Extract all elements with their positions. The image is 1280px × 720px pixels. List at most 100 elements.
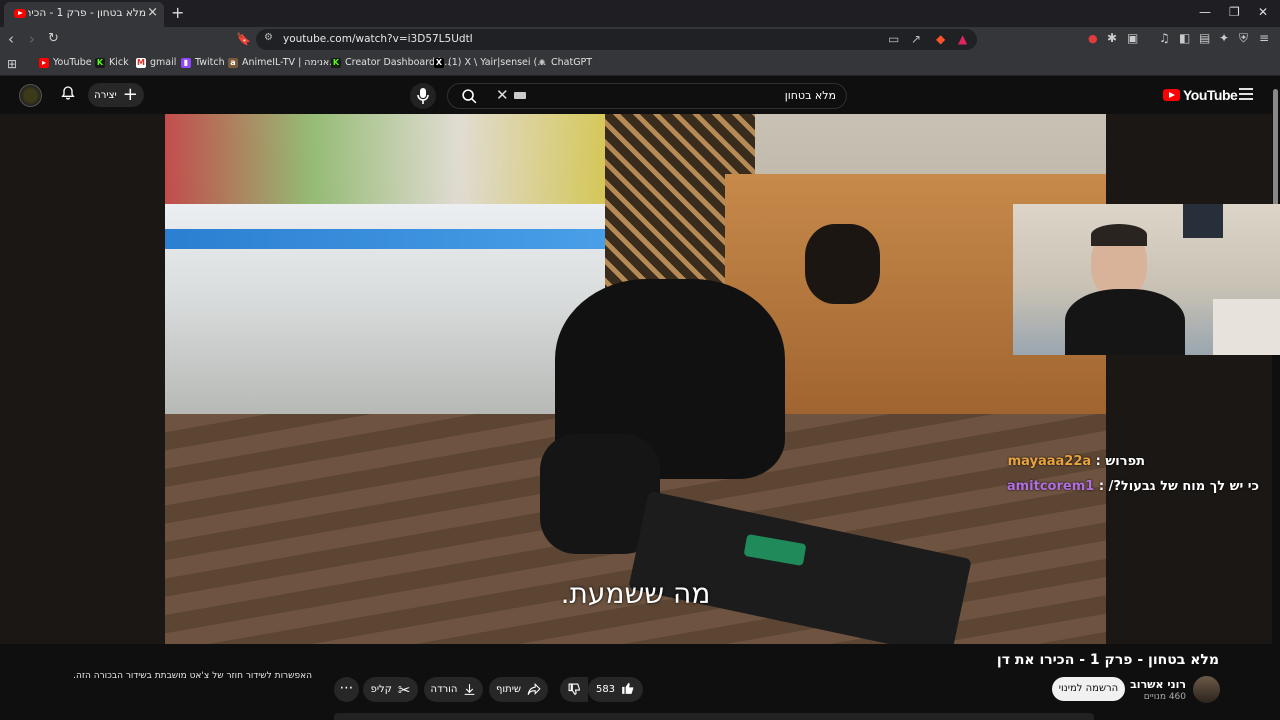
create-button[interactable]: + יצירה bbox=[88, 83, 144, 107]
minimize-icon[interactable]: — bbox=[1199, 5, 1211, 19]
video-title: מלא בטחון - פרק 1 - הכירו את דן bbox=[996, 652, 1219, 668]
restore-icon[interactable]: ❐ bbox=[1229, 5, 1240, 19]
share-button[interactable]: שיתוף bbox=[489, 677, 548, 702]
gmail-icon: M bbox=[136, 57, 146, 68]
extensions-icon[interactable]: ✱ bbox=[1107, 31, 1117, 45]
address-bar[interactable]: ⚙ youtube.com/watch?v=i3D57L5UdtI ▭ ↗ ◆ … bbox=[256, 29, 977, 50]
youtube-play-icon bbox=[1163, 89, 1180, 101]
plus-icon: + bbox=[122, 84, 138, 105]
close-window-icon[interactable]: ✕ bbox=[1258, 5, 1268, 19]
account-avatar[interactable] bbox=[19, 84, 42, 107]
bookmark-twitch[interactable]: ▮ Twitch bbox=[181, 57, 225, 68]
description-box[interactable] bbox=[334, 713, 1094, 720]
bookmark-gmail[interactable]: Mgmail bbox=[136, 57, 176, 68]
person-head bbox=[805, 224, 880, 304]
back-icon[interactable]: ‹ bbox=[8, 30, 14, 48]
download-icon bbox=[465, 684, 475, 695]
bookmarks-bar: ⊞ ▸ YouTube K Kick Mgmail ▮ Twitch a AnimeIL… bbox=[0, 52, 1280, 76]
like-button[interactable]: 583 bbox=[588, 677, 643, 702]
channel-name[interactable]: רוני אשרוב bbox=[1130, 678, 1186, 691]
search-query: מלא בטחון bbox=[784, 89, 836, 102]
download-button[interactable]: הורדה bbox=[424, 677, 483, 702]
poster bbox=[1183, 204, 1223, 238]
apps-grid-icon[interactable]: ⊞ bbox=[7, 57, 17, 71]
bed-sheet bbox=[1213, 299, 1280, 355]
leo-ai-icon[interactable]: ✦ bbox=[1219, 31, 1229, 45]
extension-box-icon[interactable]: ▣ bbox=[1127, 31, 1138, 45]
rewards-icon[interactable]: ▲ bbox=[958, 32, 967, 46]
chat-message: כי יש לך מוח של גבעול?/ : amitcorem1 bbox=[1006, 479, 1259, 494]
youtube-header: + יצירה ✕ מלא בטחון YouTube bbox=[0, 77, 1272, 114]
share-icon bbox=[527, 683, 541, 695]
search-input[interactable]: ✕ מלא בטחון bbox=[447, 83, 847, 109]
notifications-bell-icon[interactable] bbox=[60, 85, 76, 105]
media-icon[interactable]: ♫ bbox=[1159, 31, 1170, 45]
scrollbar-thumb[interactable] bbox=[1273, 89, 1278, 209]
vpn-icon[interactable]: ⛨ bbox=[1239, 31, 1248, 46]
page-scrollbar[interactable] bbox=[1272, 77, 1280, 720]
bookmark-icon[interactable]: 🔖 bbox=[236, 32, 251, 46]
browser-toolbar: ‹ › ↻ 🔖 ⚙ youtube.com/watch?v=i3D57L5Udt… bbox=[0, 27, 1280, 52]
new-tab-icon[interactable]: + bbox=[171, 3, 184, 22]
freezer-stripe bbox=[165, 229, 615, 249]
search-icon[interactable] bbox=[461, 88, 478, 105]
video-frame[interactable]: מה ששמעת. bbox=[165, 114, 1106, 644]
hamburger-menu-icon[interactable] bbox=[1239, 88, 1253, 100]
wallet-icon[interactable]: ▤ bbox=[1199, 31, 1210, 45]
bookmark-kick[interactable]: K Kick bbox=[95, 57, 129, 68]
kick-icon: K bbox=[331, 57, 341, 68]
streamer-shirt bbox=[1065, 289, 1185, 355]
tab-title: מלא בטחון - פרק 1 - הכירו את דן bbox=[28, 7, 146, 19]
thumbs-down-icon bbox=[568, 683, 580, 696]
youtube-favicon-icon bbox=[14, 9, 26, 18]
bookmark-chatgpt[interactable]: ✺ ChatGPT bbox=[537, 57, 592, 68]
chat-replay-notice: האפשרות לשידור חוזר של צ'אט מושבתת בשידו… bbox=[73, 671, 312, 681]
kick-icon: K bbox=[95, 57, 105, 68]
bookmark-youtube[interactable]: ▸ YouTube bbox=[39, 57, 92, 68]
dislike-button[interactable] bbox=[560, 677, 588, 702]
subscriber-count: 460 מנויים bbox=[1143, 692, 1186, 702]
clear-search-icon[interactable]: ✕ bbox=[496, 86, 509, 104]
chat-username: mayaaa22a bbox=[1007, 454, 1092, 469]
keyboard-icon[interactable] bbox=[514, 92, 526, 99]
video-subtitle: מה ששמעת. bbox=[560, 577, 711, 610]
microphone-icon bbox=[417, 88, 429, 104]
bookmark-x[interactable]: X (1) X \ Yair|sensei (... bbox=[434, 57, 546, 68]
youtube-logo[interactable]: YouTube bbox=[1163, 87, 1238, 103]
reload-icon[interactable]: ↻ bbox=[48, 31, 59, 46]
scissors-icon: ✂ bbox=[397, 680, 411, 699]
more-actions-button[interactable]: ⋯ bbox=[334, 677, 359, 702]
store-shelf bbox=[165, 114, 605, 204]
sidebar-icon[interactable]: ◧ bbox=[1179, 31, 1190, 45]
chat-message: תפרוש : mayaaa22a bbox=[1007, 454, 1145, 469]
browser-tab-bar: מלא בטחון - פרק 1 - הכירו את דן × + — ❐ … bbox=[0, 0, 1280, 27]
chatgpt-icon: ✺ bbox=[538, 57, 546, 67]
webcam-overlay bbox=[1013, 204, 1280, 355]
close-tab-icon[interactable]: × bbox=[147, 5, 158, 20]
like-count: 583 bbox=[595, 684, 616, 695]
video-player[interactable]: מה ששמעת. תפרוש : mayaaa22a כי יש לך מוח… bbox=[0, 114, 1280, 644]
brave-shield-icon[interactable]: ◆ bbox=[936, 32, 945, 46]
channel-avatar[interactable] bbox=[1193, 676, 1220, 703]
cast-icon[interactable]: ▭ bbox=[888, 32, 899, 46]
url-text: youtube.com/watch?v=i3D57L5UdtI bbox=[283, 33, 473, 45]
youtube-icon: ▸ bbox=[39, 57, 49, 68]
more-icon: ⋯ bbox=[339, 680, 354, 696]
bookmark-creator-dashboard[interactable]: K Creator Dashboard |... bbox=[331, 57, 450, 68]
forward-icon[interactable]: › bbox=[29, 30, 35, 48]
bookmark-animeil[interactable]: aAnimeIL-TV | אנימה... bbox=[228, 57, 338, 68]
twitch-icon: ▮ bbox=[181, 57, 191, 68]
browser-menu-icon[interactable]: ≡ bbox=[1259, 31, 1269, 45]
thumbs-up-icon bbox=[621, 681, 635, 698]
site-settings-icon[interactable]: ⚙ bbox=[264, 32, 273, 43]
share-page-icon[interactable]: ↗ bbox=[911, 32, 921, 46]
browser-tab[interactable]: מלא בטחון - פרק 1 - הכירו את דן × bbox=[4, 2, 164, 27]
extension-record-icon[interactable]: ● bbox=[1088, 32, 1098, 45]
clip-button[interactable]: ✂ קליפ bbox=[363, 677, 418, 702]
chat-username: amitcorem1 bbox=[1006, 479, 1095, 494]
streamer-hair bbox=[1091, 224, 1147, 246]
subscribe-button[interactable]: הרשמה למינוי bbox=[1052, 677, 1125, 701]
voice-search-button[interactable] bbox=[410, 83, 436, 109]
animeil-icon: a bbox=[228, 57, 238, 68]
x-icon: X bbox=[434, 57, 444, 68]
